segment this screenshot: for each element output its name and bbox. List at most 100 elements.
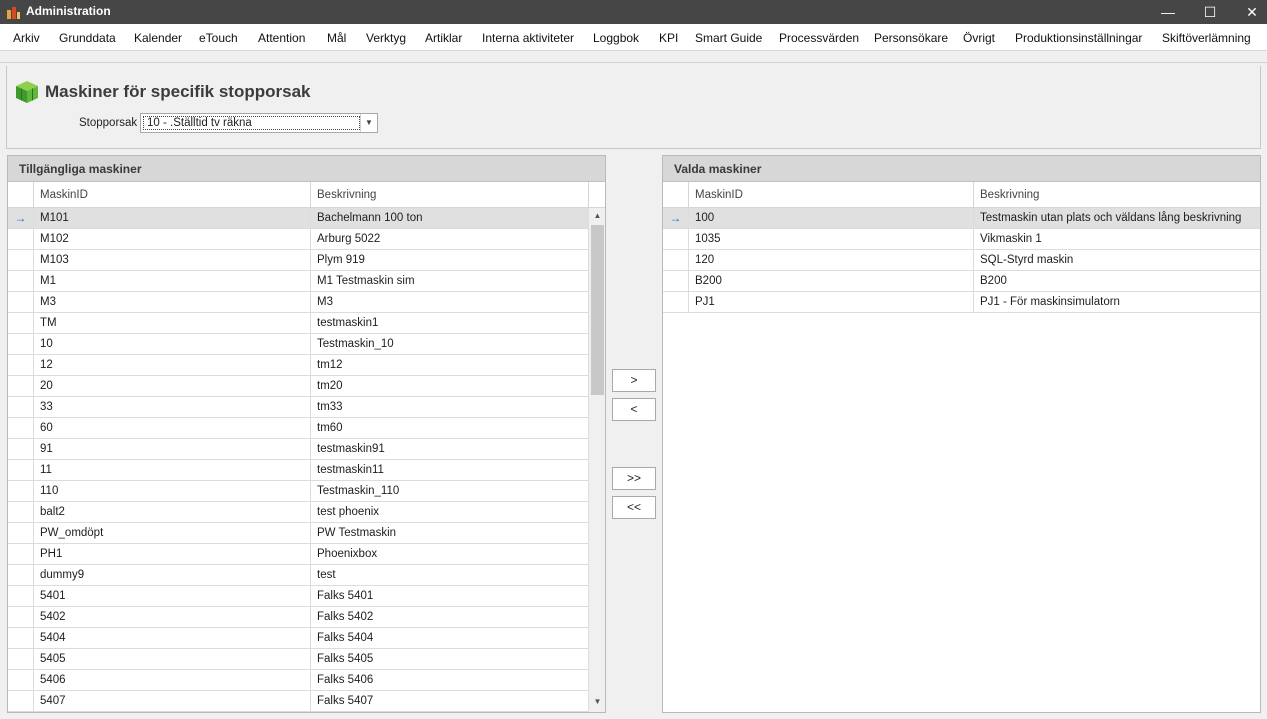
row-indicator	[8, 586, 33, 607]
add-all-button[interactable]: >>	[612, 467, 656, 490]
remove-all-button[interactable]: <<	[612, 496, 656, 519]
column-header-maskinid[interactable]: MaskinID	[33, 182, 310, 208]
menu-item-kpi[interactable]: KPI	[659, 31, 678, 45]
row-indicator-arrow-icon: →	[14, 211, 27, 225]
table-row[interactable]: → M101 Bachelmann 100 ton	[8, 208, 588, 229]
table-row[interactable]: PJ1 PJ1 - För maskinsimulatorn	[663, 292, 1260, 313]
table-row[interactable]: 120 SQL-Styrd maskin	[663, 250, 1260, 271]
available-scrollbar[interactable]: ▲ ▼	[588, 208, 605, 712]
cell-beskrivning: Bachelmann 100 ton	[310, 208, 588, 229]
menu-item-ovrigt[interactable]: Övrigt	[963, 31, 995, 45]
selected-machines-panel: Valda maskiner MaskinID Beskrivning → 100…	[662, 155, 1261, 713]
table-row[interactable]: 1035 Vikmaskin 1	[663, 229, 1260, 250]
cell-beskrivning: tm12	[310, 355, 588, 376]
table-row[interactable]: 10 Testmaskin_10	[8, 334, 588, 355]
stopporsak-combobox[interactable]: 10 - .Ställtid tv räkna ▼	[140, 113, 378, 133]
row-indicator	[8, 439, 33, 460]
row-indicator	[8, 649, 33, 670]
available-machines-header: Tillgängliga maskiner	[8, 156, 605, 182]
table-row[interactable]: M1 M1 Testmaskin sim	[8, 271, 588, 292]
cell-beskrivning: PJ1 - För maskinsimulatorn	[973, 292, 1260, 313]
table-row[interactable]: 33 tm33	[8, 397, 588, 418]
table-row[interactable]: 5402 Falks 5402	[8, 607, 588, 628]
cell-beskrivning: testmaskin1	[310, 313, 588, 334]
table-row[interactable]: 5404 Falks 5404	[8, 628, 588, 649]
table-row[interactable]: 20 tm20	[8, 376, 588, 397]
table-row[interactable]: PH1 Phoenixbox	[8, 544, 588, 565]
column-header-beskrivning[interactable]: Beskrivning	[310, 182, 588, 208]
row-indicator	[8, 250, 33, 271]
cell-beskrivning: testmaskin91	[310, 439, 588, 460]
app-logo-icon	[7, 7, 20, 19]
table-row[interactable]: dummy9 test	[8, 565, 588, 586]
row-indicator	[663, 271, 688, 292]
table-row[interactable]: M103 Plym 919	[8, 250, 588, 271]
table-row[interactable]: 91 testmaskin91	[8, 439, 588, 460]
cell-beskrivning: SQL-Styrd maskin	[973, 250, 1260, 271]
selected-column-header-row: MaskinID Beskrivning	[663, 182, 1260, 208]
menu-item-interna-aktiviteter[interactable]: Interna aktiviteter	[482, 31, 574, 45]
scroll-down-icon[interactable]: ▼	[589, 694, 606, 710]
maximize-button[interactable]: ☐	[1189, 0, 1231, 24]
menu-item-grunddata[interactable]: Grunddata	[59, 31, 116, 45]
add-selected-button[interactable]: >	[612, 369, 656, 392]
header-panel	[6, 66, 1261, 149]
remove-selected-button[interactable]: <	[612, 398, 656, 421]
column-header-maskinid[interactable]: MaskinID	[688, 182, 973, 208]
menu-item-processvarden[interactable]: Processvärden	[779, 31, 859, 45]
table-row[interactable]: → 100 Testmaskin utan plats och väldans lå…	[663, 208, 1260, 229]
table-row[interactable]: 5401 Falks 5401	[8, 586, 588, 607]
menu-item-mal[interactable]: Mål	[327, 31, 346, 45]
dropdown-arrow-icon[interactable]: ▼	[360, 114, 377, 132]
table-row[interactable]: 110 Testmaskin_110	[8, 481, 588, 502]
table-row[interactable]: 5405 Falks 5405	[8, 649, 588, 670]
menu-item-produktionsinstallningar[interactable]: Produktionsinställningar	[1015, 31, 1142, 45]
table-row[interactable]: 5406 Falks 5406	[8, 670, 588, 691]
cell-maskinid: PJ1	[688, 292, 973, 313]
menu-item-verktyg[interactable]: Verktyg	[366, 31, 406, 45]
table-row[interactable]: 12 tm12	[8, 355, 588, 376]
table-row[interactable]: 5407 Falks 5407	[8, 691, 588, 712]
scroll-up-icon[interactable]: ▲	[589, 208, 606, 224]
menu-item-attention[interactable]: Attention	[258, 31, 305, 45]
row-indicator-arrow-icon: →	[669, 211, 682, 225]
table-row[interactable]: 11 testmaskin11	[8, 460, 588, 481]
cell-maskinid: M102	[33, 229, 310, 250]
page-title: Maskiner för specifik stopporsak	[45, 82, 311, 101]
window-title: Administration	[26, 4, 111, 18]
row-indicator	[663, 292, 688, 313]
table-row[interactable]: PW_omdöpt PW Testmaskin	[8, 523, 588, 544]
table-row[interactable]: B200 B200	[663, 271, 1260, 292]
menu-item-etouch[interactable]: eTouch	[199, 31, 238, 45]
menu-item-personsokare[interactable]: Personsökare	[874, 31, 948, 45]
selected-machines-header: Valda maskiner	[663, 156, 1260, 182]
cell-beskrivning: test	[310, 565, 588, 586]
column-header-beskrivning[interactable]: Beskrivning	[973, 182, 1260, 208]
table-row[interactable]: 60 tm60	[8, 418, 588, 439]
cell-beskrivning: Plym 919	[310, 250, 588, 271]
cell-maskinid: 5401	[33, 586, 310, 607]
table-row[interactable]: balt2 test phoenix	[8, 502, 588, 523]
menu-item-skiftoverlamning[interactable]: Skiftöverlämning	[1162, 31, 1251, 45]
cell-maskinid: balt2	[33, 502, 310, 523]
cell-maskinid: M1	[33, 271, 310, 292]
available-machines-panel: Tillgängliga maskiner MaskinID Beskrivni…	[7, 155, 606, 713]
cell-maskinid: B200	[688, 271, 973, 292]
row-indicator	[8, 292, 33, 313]
cell-maskinid: 60	[33, 418, 310, 439]
menu-item-artiklar[interactable]: Artiklar	[425, 31, 462, 45]
menu-item-arkiv[interactable]: Arkiv	[13, 31, 40, 45]
cell-maskinid: 33	[33, 397, 310, 418]
minimize-button[interactable]: —	[1147, 0, 1189, 24]
close-button[interactable]: ✕	[1231, 0, 1267, 24]
cell-beskrivning: Falks 5405	[310, 649, 588, 670]
table-row[interactable]: M3 M3	[8, 292, 588, 313]
menu-item-loggbok[interactable]: Loggbok	[593, 31, 639, 45]
table-row[interactable]: TM testmaskin1	[8, 313, 588, 334]
menu-item-kalender[interactable]: Kalender	[134, 31, 182, 45]
scrollbar-thumb[interactable]	[591, 225, 604, 395]
row-indicator	[8, 229, 33, 250]
cell-beskrivning: PW Testmaskin	[310, 523, 588, 544]
table-row[interactable]: M102 Arburg 5022	[8, 229, 588, 250]
menu-item-smart-guide[interactable]: Smart Guide	[695, 31, 762, 45]
